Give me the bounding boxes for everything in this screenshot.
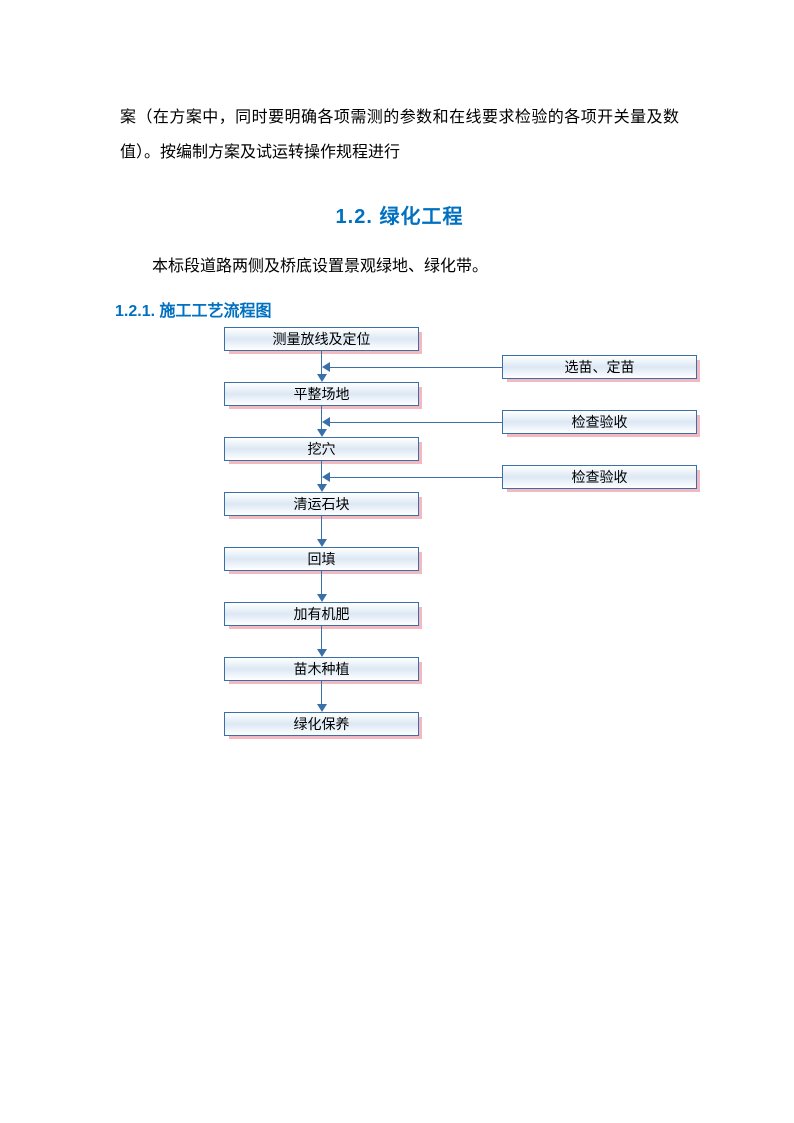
arrowhead-icon (317, 374, 327, 382)
flow-box: 挖穴 (224, 437, 419, 461)
flow-box: 清运石块 (224, 492, 419, 516)
arrowhead-icon (317, 539, 327, 547)
arrowhead-icon (322, 362, 330, 372)
flow-connector (330, 367, 502, 368)
flow-box: 回填 (224, 547, 419, 571)
flowchart: 测量放线及定位 平整场地 挖穴 清运石块 回填 加有机肥 苗木种植 绿化保养 选… (175, 327, 735, 787)
flow-box: 绿化保养 (224, 712, 419, 736)
section-heading: 1.2. 绿化工程 (120, 200, 679, 229)
flow-box: 测量放线及定位 (224, 327, 419, 351)
arrowhead-icon (317, 484, 327, 492)
flow-connector (321, 626, 322, 649)
arrowhead-icon (322, 417, 330, 427)
arrowhead-icon (317, 704, 327, 712)
flow-connector (321, 571, 322, 594)
flow-connector (330, 422, 502, 423)
arrowhead-icon (322, 472, 330, 482)
arrowhead-icon (317, 649, 327, 657)
flow-box: 平整场地 (224, 382, 419, 406)
arrowhead-icon (317, 429, 327, 437)
flow-box: 检查验收 (502, 410, 697, 434)
flow-connector (321, 681, 322, 704)
flow-connector (321, 516, 322, 539)
section-intro: 本标段道路两侧及桥底设置景观绿地、绿化带。 (120, 249, 679, 284)
flow-box: 加有机肥 (224, 602, 419, 626)
arrowhead-icon (317, 594, 327, 602)
paragraph-continuation: 案（在方案中，同时要明确各项需测的参数和在线要求检验的各项开关量及数值）。按编制… (120, 100, 679, 170)
subsection-heading: 1.2.1. 施工工艺流程图 (115, 297, 679, 321)
flow-connector (330, 477, 502, 478)
flow-box: 选苗、定苗 (502, 355, 697, 379)
flow-box: 苗木种植 (224, 657, 419, 681)
flow-box: 检查验收 (502, 465, 697, 489)
